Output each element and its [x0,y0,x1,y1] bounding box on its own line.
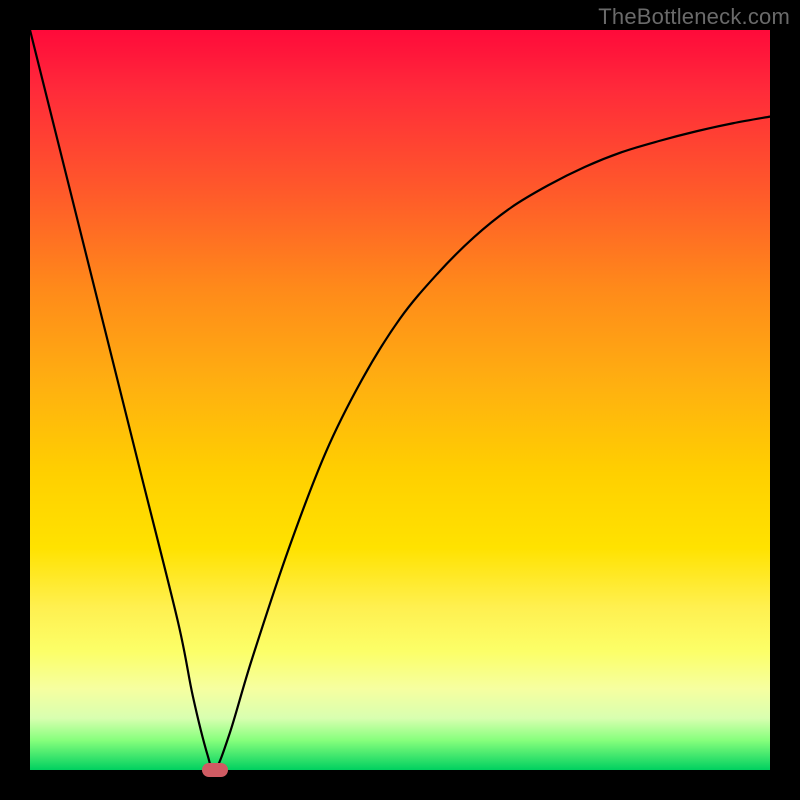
watermark-text: TheBottleneck.com [598,4,790,30]
curve-svg [30,30,770,770]
chart-frame: TheBottleneck.com [0,0,800,800]
bottleneck-curve [30,30,770,770]
plot-area [30,30,770,770]
